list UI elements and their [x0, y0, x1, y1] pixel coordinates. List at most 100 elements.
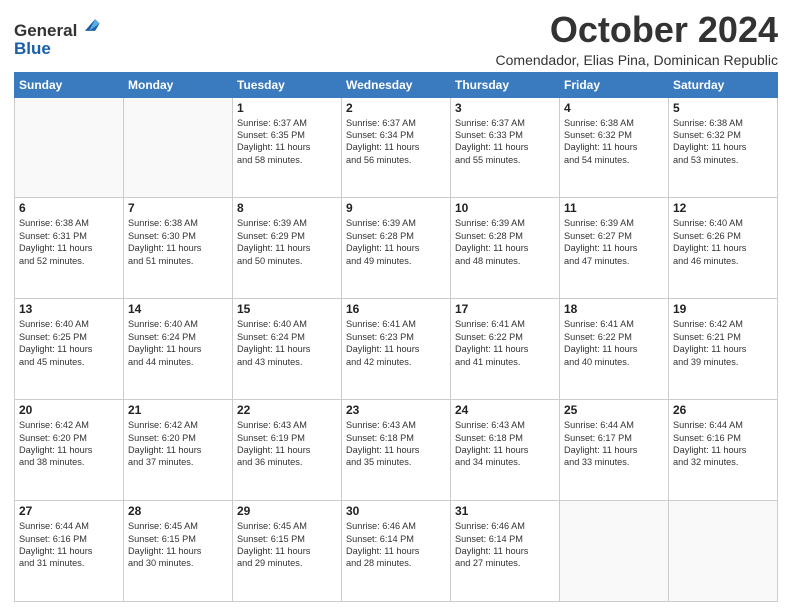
day-number: 25: [564, 403, 664, 417]
calendar-cell: 30 Sunrise: 6:46 AMSunset: 6:14 PMDayligh…: [342, 501, 451, 602]
cell-text: Sunrise: 6:40 AMSunset: 6:25 PMDaylight:…: [19, 318, 119, 368]
day-number: 9: [346, 201, 446, 215]
day-number: 6: [19, 201, 119, 215]
cell-text: Sunrise: 6:45 AMSunset: 6:15 PMDaylight:…: [128, 520, 228, 570]
calendar-cell: 26 Sunrise: 6:44 AMSunset: 6:16 PMDayligh…: [669, 400, 778, 501]
cell-text: Sunrise: 6:37 AMSunset: 6:33 PMDaylight:…: [455, 117, 555, 167]
calendar-cell: 1 Sunrise: 6:37 AMSunset: 6:35 PMDaylight…: [233, 97, 342, 198]
cell-text: Sunrise: 6:38 AMSunset: 6:32 PMDaylight:…: [673, 117, 773, 167]
calendar-week-1: 1 Sunrise: 6:37 AMSunset: 6:35 PMDaylight…: [15, 97, 778, 198]
day-number: 23: [346, 403, 446, 417]
logo-icon: [79, 14, 101, 36]
calendar-table: SundayMondayTuesdayWednesdayThursdayFrid…: [14, 72, 778, 602]
calendar-cell: 31 Sunrise: 6:46 AMSunset: 6:14 PMDayligh…: [451, 501, 560, 602]
cell-text: Sunrise: 6:45 AMSunset: 6:15 PMDaylight:…: [237, 520, 337, 570]
logo-blue: Blue: [14, 39, 51, 59]
weekday-header-monday: Monday: [124, 72, 233, 97]
calendar-cell: 16Sunrise: 6:41 AMSunset: 6:23 PMDayligh…: [342, 299, 451, 400]
calendar-cell: 24 Sunrise: 6:43 AMSunset: 6:18 PMDayligh…: [451, 400, 560, 501]
cell-text: Sunrise: 6:40 AMSunset: 6:24 PMDaylight:…: [237, 318, 337, 368]
day-number: 14: [128, 302, 228, 316]
calendar-cell: [669, 501, 778, 602]
calendar-week-3: 13 Sunrise: 6:40 AMSunset: 6:25 PMDayligh…: [15, 299, 778, 400]
calendar-week-4: 20 Sunrise: 6:42 AMSunset: 6:20 PMDayligh…: [15, 400, 778, 501]
day-number: 27: [19, 504, 119, 518]
weekday-header-sunday: Sunday: [15, 72, 124, 97]
calendar-cell: 3 Sunrise: 6:37 AMSunset: 6:33 PMDaylight…: [451, 97, 560, 198]
cell-text: Sunrise: 6:44 AMSunset: 6:17 PMDaylight:…: [564, 419, 664, 469]
calendar-cell: 5 Sunrise: 6:38 AMSunset: 6:32 PMDaylight…: [669, 97, 778, 198]
calendar-cell: 4 Sunrise: 6:38 AMSunset: 6:32 PMDaylight…: [560, 97, 669, 198]
subtitle: Comendador, Elias Pina, Dominican Republ…: [496, 52, 778, 68]
calendar-cell: 25 Sunrise: 6:44 AMSunset: 6:17 PMDayligh…: [560, 400, 669, 501]
cell-text: Sunrise: 6:37 AMSunset: 6:35 PMDaylight:…: [237, 117, 337, 167]
day-number: 5: [673, 101, 773, 115]
weekday-header-friday: Friday: [560, 72, 669, 97]
cell-text: Sunrise: 6:37 AMSunset: 6:34 PMDaylight:…: [346, 117, 446, 167]
title-area: October 2024 Comendador, Elias Pina, Dom…: [496, 10, 778, 68]
cell-text: Sunrise: 6:40 AMSunset: 6:26 PMDaylight:…: [673, 217, 773, 267]
day-number: 12: [673, 201, 773, 215]
cell-text: Sunrise: 6:39 AMSunset: 6:29 PMDaylight:…: [237, 217, 337, 267]
cell-text: Sunrise: 6:41 AMSunset: 6:22 PMDaylight:…: [455, 318, 555, 368]
calendar-cell: 9Sunrise: 6:39 AMSunset: 6:28 PMDaylight…: [342, 198, 451, 299]
calendar-cell: 28 Sunrise: 6:45 AMSunset: 6:15 PMDayligh…: [124, 501, 233, 602]
calendar-cell: 20 Sunrise: 6:42 AMSunset: 6:20 PMDayligh…: [15, 400, 124, 501]
day-number: 7: [128, 201, 228, 215]
cell-text: Sunrise: 6:40 AMSunset: 6:24 PMDaylight:…: [128, 318, 228, 368]
cell-text: Sunrise: 6:44 AMSunset: 6:16 PMDaylight:…: [19, 520, 119, 570]
cell-text: Sunrise: 6:39 AMSunset: 6:27 PMDaylight:…: [564, 217, 664, 267]
cell-text: Sunrise: 6:38 AMSunset: 6:32 PMDaylight:…: [564, 117, 664, 167]
cell-text: Sunrise: 6:42 AMSunset: 6:20 PMDaylight:…: [19, 419, 119, 469]
day-number: 26: [673, 403, 773, 417]
day-number: 1: [237, 101, 337, 115]
cell-text: Sunrise: 6:44 AMSunset: 6:16 PMDaylight:…: [673, 419, 773, 469]
day-number: 31: [455, 504, 555, 518]
day-number: 24: [455, 403, 555, 417]
cell-text: Sunrise: 6:43 AMSunset: 6:19 PMDaylight:…: [237, 419, 337, 469]
weekday-header-tuesday: Tuesday: [233, 72, 342, 97]
calendar-cell: 27 Sunrise: 6:44 AMSunset: 6:16 PMDayligh…: [15, 501, 124, 602]
calendar-cell: 11 Sunrise: 6:39 AMSunset: 6:27 PMDayligh…: [560, 198, 669, 299]
calendar-cell: 19Sunrise: 6:42 AMSunset: 6:21 PMDayligh…: [669, 299, 778, 400]
day-number: 15: [237, 302, 337, 316]
calendar-cell: 22Sunrise: 6:43 AMSunset: 6:19 PMDayligh…: [233, 400, 342, 501]
cell-text: Sunrise: 6:38 AMSunset: 6:31 PMDaylight:…: [19, 217, 119, 267]
calendar-week-5: 27 Sunrise: 6:44 AMSunset: 6:16 PMDayligh…: [15, 501, 778, 602]
day-number: 29: [237, 504, 337, 518]
calendar-cell: 13 Sunrise: 6:40 AMSunset: 6:25 PMDayligh…: [15, 299, 124, 400]
day-number: 11: [564, 201, 664, 215]
day-number: 4: [564, 101, 664, 115]
cell-text: Sunrise: 6:42 AMSunset: 6:21 PMDaylight:…: [673, 318, 773, 368]
logo: General Blue: [14, 10, 101, 59]
day-number: 20: [19, 403, 119, 417]
cell-text: Sunrise: 6:46 AMSunset: 6:14 PMDaylight:…: [455, 520, 555, 570]
header-row: SundayMondayTuesdayWednesdayThursdayFrid…: [15, 72, 778, 97]
calendar-cell: 6 Sunrise: 6:38 AMSunset: 6:31 PMDaylight…: [15, 198, 124, 299]
calendar-cell: [560, 501, 669, 602]
weekday-header-thursday: Thursday: [451, 72, 560, 97]
calendar-cell: 29 Sunrise: 6:45 AMSunset: 6:15 PMDayligh…: [233, 501, 342, 602]
day-number: 10: [455, 201, 555, 215]
calendar-cell: [124, 97, 233, 198]
day-number: 2: [346, 101, 446, 115]
cell-text: Sunrise: 6:39 AMSunset: 6:28 PMDaylight:…: [455, 217, 555, 267]
day-number: 28: [128, 504, 228, 518]
cell-text: Sunrise: 6:46 AMSunset: 6:14 PMDaylight:…: [346, 520, 446, 570]
calendar-cell: 15 Sunrise: 6:40 AMSunset: 6:24 PMDayligh…: [233, 299, 342, 400]
page: General Blue October 2024 Comendador, El…: [0, 0, 792, 612]
weekday-header-wednesday: Wednesday: [342, 72, 451, 97]
cell-text: Sunrise: 6:42 AMSunset: 6:20 PMDaylight:…: [128, 419, 228, 469]
day-number: 13: [19, 302, 119, 316]
day-number: 18: [564, 302, 664, 316]
day-number: 30: [346, 504, 446, 518]
month-title: October 2024: [496, 10, 778, 50]
cell-text: Sunrise: 6:43 AMSunset: 6:18 PMDaylight:…: [455, 419, 555, 469]
cell-text: Sunrise: 6:43 AMSunset: 6:18 PMDaylight:…: [346, 419, 446, 469]
calendar-cell: 8Sunrise: 6:39 AMSunset: 6:29 PMDaylight…: [233, 198, 342, 299]
day-number: 21: [128, 403, 228, 417]
day-number: 3: [455, 101, 555, 115]
cell-text: Sunrise: 6:38 AMSunset: 6:30 PMDaylight:…: [128, 217, 228, 267]
cell-text: Sunrise: 6:41 AMSunset: 6:22 PMDaylight:…: [564, 318, 664, 368]
calendar-cell: 14 Sunrise: 6:40 AMSunset: 6:24 PMDayligh…: [124, 299, 233, 400]
